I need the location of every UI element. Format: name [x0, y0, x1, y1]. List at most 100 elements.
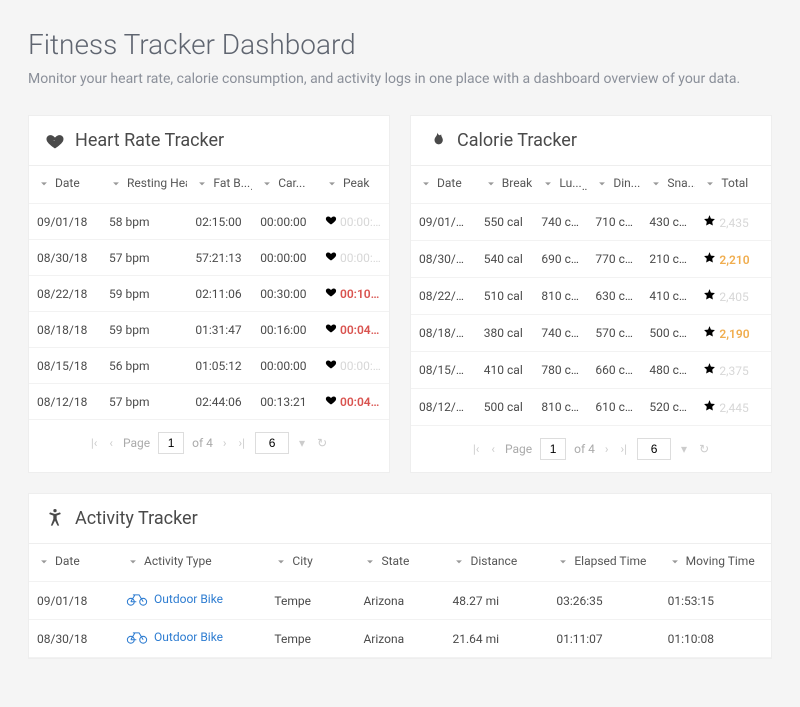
- sort-down-icon: [109, 176, 123, 190]
- sort-header[interactable]: Resting Heart R...: [109, 176, 187, 190]
- heart-icon: [325, 394, 337, 406]
- table-row: 08/22/18510 cal810 cal630 cal410 cal 2,4…: [411, 278, 771, 315]
- pager-size-chevron-icon[interactable]: ▾: [679, 440, 689, 458]
- sort-down-icon: [541, 176, 555, 190]
- sort-down-icon: [37, 554, 51, 568]
- pager-label: Page: [505, 442, 532, 456]
- sort-header[interactable]: Activity Type: [126, 554, 212, 568]
- sort-down-icon: [195, 176, 209, 190]
- table-row: 08/18/1859 bpm01:31:4700:16:00 00:04:50: [29, 312, 389, 348]
- sort-down-icon: [668, 554, 682, 568]
- pager-prev[interactable]: ‹: [107, 434, 115, 452]
- pager-prev[interactable]: ‹: [489, 440, 497, 458]
- pager-last[interactable]: ›|: [237, 434, 248, 452]
- pager-first[interactable]: |‹: [471, 440, 482, 458]
- heart-icon: [325, 286, 337, 298]
- sort-down-icon: [556, 554, 570, 568]
- star-icon: [703, 251, 716, 264]
- flame-icon: [427, 131, 447, 151]
- sort-down-icon: [595, 176, 609, 190]
- star-icon: [703, 214, 716, 227]
- table-row: 08/30/18Outdoor BikeTempeArizona21.64 mi…: [29, 620, 771, 658]
- pager-next[interactable]: ›: [221, 434, 229, 452]
- pager-current-input[interactable]: [158, 432, 184, 454]
- sort-header[interactable]: City: [274, 554, 312, 568]
- activity-type-link[interactable]: Outdoor Bike: [126, 630, 223, 644]
- sort-down-icon: [260, 176, 274, 190]
- heart-icon: [325, 358, 337, 370]
- star-icon: [703, 288, 716, 301]
- calorie-table: Date Break... Lu... Din... Sna... Total 09/01…: [411, 166, 771, 426]
- table-row: 08/12/1857 bpm02:44:0600:13:21 00:04:36: [29, 384, 389, 420]
- sort-down-icon: [419, 176, 433, 190]
- heart-rate-table: Date Resting Heart R... Fat B... Car... Peak…: [29, 166, 389, 420]
- sort-header[interactable]: Peak: [325, 176, 369, 190]
- sort-header[interactable]: Sna...: [649, 176, 695, 190]
- table-row: 08/18/18380 cal740 cal570 cal500 cal 2,1…: [411, 315, 771, 352]
- sort-down-icon: [649, 176, 663, 190]
- sort-header[interactable]: Fat B...: [195, 176, 250, 190]
- star-icon: [703, 362, 716, 375]
- activity-card: Activity Tracker Date Activity Type City St…: [28, 493, 772, 659]
- calorie-title: Calorie Tracker: [457, 130, 577, 151]
- table-row: 08/15/18410 cal780 cal660 cal480 cal 2,3…: [411, 352, 771, 389]
- sort-down-icon: [703, 176, 717, 190]
- pager-total: of 4: [574, 442, 595, 456]
- pager-label: Page: [123, 436, 150, 450]
- activity-table: Date Activity Type City State Distance Elapse…: [29, 544, 771, 658]
- bike-icon: [126, 630, 148, 644]
- pager-next[interactable]: ›: [603, 440, 611, 458]
- activity-title: Activity Tracker: [75, 508, 198, 529]
- pager-size-select[interactable]: [637, 438, 671, 460]
- heart-icon: [325, 250, 337, 262]
- sort-down-icon: [37, 176, 51, 190]
- star-icon: [703, 399, 716, 412]
- sort-down-icon: [274, 554, 288, 568]
- heart-rate-title: Heart Rate Tracker: [75, 130, 224, 151]
- sort-header[interactable]: Moving Time: [668, 554, 755, 568]
- star-icon: [703, 325, 716, 338]
- heart-icon: [325, 214, 337, 226]
- sort-header[interactable]: Distance: [452, 554, 517, 568]
- table-row: 08/22/1859 bpm02:11:0600:30:00 00:10:50: [29, 276, 389, 312]
- sort-header[interactable]: Date: [37, 176, 80, 190]
- pager-current-input[interactable]: [540, 438, 566, 460]
- sort-header[interactable]: Din...: [595, 176, 640, 190]
- table-row: 09/01/18550 cal740 cal710 cal430 cal 2,4…: [411, 204, 771, 241]
- table-row: 08/30/18540 cal690 cal770 cal210 cal 2,2…: [411, 241, 771, 278]
- sort-down-icon: [126, 554, 140, 568]
- heart-icon: [325, 322, 337, 334]
- heartbeat-icon: [45, 131, 65, 151]
- sort-header[interactable]: Car...: [260, 176, 305, 190]
- sort-header[interactable]: Date: [37, 554, 80, 568]
- sort-header[interactable]: Total: [703, 176, 748, 190]
- pager-first[interactable]: |‹: [89, 434, 100, 452]
- page-title: Fitness Tracker Dashboard: [28, 28, 772, 61]
- table-row: 08/30/1857 bpm57:21:1300:00:00 00:00:00: [29, 240, 389, 276]
- pager-total: of 4: [192, 436, 213, 450]
- sort-header[interactable]: Date: [419, 176, 462, 190]
- person-icon: [45, 509, 65, 529]
- sort-header[interactable]: State: [363, 554, 409, 568]
- heart-rate-card: Heart Rate Tracker Date Resting Heart R..…: [28, 115, 390, 473]
- activity-type-link[interactable]: Outdoor Bike: [126, 592, 223, 606]
- sort-down-icon: [484, 176, 498, 190]
- pager-refresh[interactable]: ↻: [315, 434, 329, 452]
- table-row: 09/01/1858 bpm02:15:0000:00:00 00:00:00: [29, 204, 389, 240]
- calorie-card: Calorie Tracker Date Break... Lu... Din... S…: [410, 115, 772, 473]
- table-row: 08/12/18500 cal810 cal610 cal520 cal 2,4…: [411, 389, 771, 426]
- sort-down-icon: [363, 554, 377, 568]
- bike-icon: [126, 592, 148, 606]
- sort-header[interactable]: Break...: [484, 176, 534, 190]
- sort-header[interactable]: Lu...: [541, 176, 581, 190]
- pager-size-select[interactable]: [255, 432, 289, 454]
- table-row: 08/15/1856 bpm01:05:1200:00:00 00:00:00: [29, 348, 389, 384]
- sort-down-icon: [452, 554, 466, 568]
- page-subtitle: Monitor your heart rate, calorie consump…: [28, 71, 772, 87]
- table-row: 09/01/18Outdoor BikeTempeArizona48.27 mi…: [29, 582, 771, 620]
- sort-down-icon: [325, 176, 339, 190]
- pager-refresh[interactable]: ↻: [697, 440, 711, 458]
- pager-last[interactable]: ›|: [619, 440, 630, 458]
- pager-size-chevron-icon[interactable]: ▾: [297, 434, 307, 452]
- sort-header[interactable]: Elapsed Time: [556, 554, 646, 568]
